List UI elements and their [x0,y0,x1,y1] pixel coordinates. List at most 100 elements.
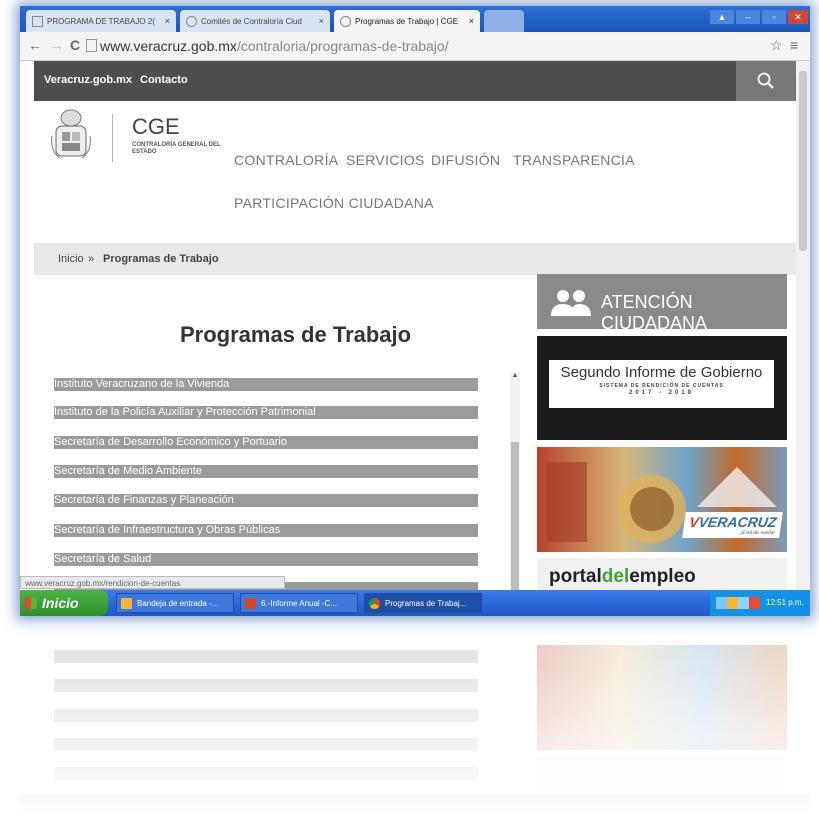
powerpoint-icon [245,598,256,609]
reflected-row [54,738,478,751]
close-icon[interactable]: × [161,16,170,26]
reflected-row [54,679,478,692]
task-label: 6.-Informe Anual -C... [261,599,338,608]
new-tab-button[interactable] [484,10,524,32]
nav-servicios[interactable]: SERVICIOS [346,152,425,168]
url-field[interactable]: www.veracruz.gob.mx/contraloria/programa… [100,38,449,54]
user-icon[interactable]: ▲ [710,10,734,24]
atencion-ciudadana-label: ATENCIÓN CIUDADANA [601,292,708,333]
header-divider [112,114,113,162]
veracruz-logo-text: VERACRUZ [697,514,778,530]
task-label: Programas de Trabaj... [385,599,467,608]
breadcrumb: Inicio » Programas de Trabajo [34,243,796,275]
nav-difusion[interactable]: DIFUSIÓN [431,152,500,168]
veracruz-promo-banner[interactable]: VVERACRUZ ¡Está de vuelta! [537,447,787,552]
windows-logo-icon [25,597,37,609]
informe-subtitle: SISTEMA DE RENDICIÓN DE CUENTAS [599,383,724,389]
system-tray: 12:51 p.m. [710,590,810,616]
page-title: Programas de Trabajo [180,322,412,347]
search-button[interactable] [736,61,796,101]
reflected-row [54,650,478,663]
state-seal-logo[interactable] [50,106,92,164]
minimize-button[interactable]: – [736,10,760,24]
forward-icon[interactable]: → [50,37,64,53]
nav-participacion[interactable]: PARTICIPACIÓN CIUDADANA [234,195,434,211]
close-icon[interactable]: × [465,16,474,26]
screen-reflection [20,620,810,820]
search-icon [757,72,774,89]
url-path: /contraloria/programas-de-trabajo/ [236,38,449,54]
start-label: Inicio [42,595,79,611]
list-item[interactable]: Secretaría de Medio Ambiente [54,465,478,478]
taskbar: Inicio Bandeja de entrada -... 6.-Inform… [20,590,810,616]
document-icon [32,15,43,27]
tab-label: Comités de Contraloría Ciud [201,16,302,26]
reload-icon[interactable]: C [70,37,80,53]
users-icon [551,290,591,316]
reflected-promo [537,645,787,750]
start-button[interactable]: Inicio [20,590,108,616]
informe-years: 2017 - 2018 [628,390,695,396]
back-icon[interactable]: ← [28,37,42,53]
reflection-content [20,620,810,820]
scroll-up-icon[interactable]: ▲ [510,372,520,379]
tab-programa-trabajo[interactable]: PROGRAMA DE TRABAJO 2( × [26,10,176,32]
breadcrumb-current: Programas de Trabajo [103,253,219,265]
outlook-icon [121,598,132,609]
chrome-icon [369,598,380,609]
address-bar: ← → C www.veracruz.gob.mx/contraloria/pr… [20,32,810,61]
list-item[interactable]: Secretaría de Salud [54,553,478,566]
task-bandeja[interactable]: Bandeja de entrada -... [116,593,234,613]
tab-label: PROGRAMA DE TRABAJO 2( [47,16,155,26]
close-icon[interactable]: × [315,16,324,26]
url-domain: www.veracruz.gob.mx [100,38,237,54]
list-scroll-thumb[interactable] [511,442,519,590]
status-bar-url: www.veracruz.gob.mx/rendicion-de-cuentas [20,576,285,589]
list-item[interactable]: Secretaría de Infraestructura y Obras Pú… [54,524,478,537]
informe-title: Segundo Informe de Gobierno [560,364,763,381]
informe-card: Segundo Informe de Gobierno SISTEMA DE R… [549,360,774,408]
task-informe[interactable]: 6.-Informe Anual -C... [240,593,358,613]
maximize-button[interactable]: ▫ [762,10,786,24]
atencion-ciudadana-banner[interactable]: ATENCIÓN CIUDADANA [537,274,787,333]
tray-icons[interactable] [716,597,760,609]
globe-icon [340,15,351,27]
breadcrumb-separator: » [88,253,95,265]
nav-contraloria[interactable]: CONTRALORÍA [234,152,338,168]
link-contacto[interactable]: Contacto [140,74,188,86]
list-item[interactable]: Instituto Veracruzano de la Vivienda [54,378,478,391]
veracruz-logo: VVERACRUZ ¡Está de vuelta! [682,512,783,538]
site-top-bar: Veracruz.gob.mx Contacto [34,61,796,101]
informe-gobierno-banner[interactable]: Segundo Informe de Gobierno SISTEMA DE R… [537,336,787,440]
org-short-name: CGE [132,114,180,139]
list-item[interactable]: Secretaría de Desarrollo Económico y Por… [54,436,478,449]
programs-list: Instituto Veracruzano de la Vivienda Ins… [54,378,478,590]
screen: PROGRAMA DE TRABAJO 2( × Comités de Cont… [20,6,810,616]
link-veracruz[interactable]: Veracruz.gob.mx [44,74,132,86]
task-label: Bandeja de entrada -... [137,599,219,608]
nav-transparencia[interactable]: TRANSPARENCIA [513,152,635,168]
scroll-thumb[interactable] [799,71,807,251]
reflected-portal [537,756,787,790]
portal-empleo-banner[interactable]: portaldelempleo [537,558,787,592]
breadcrumb-home[interactable]: Inicio [58,253,84,265]
tab-programas-cge[interactable]: Programas de Trabajo | CGE × [334,10,480,32]
browser-tab-bar: PROGRAMA DE TRABAJO 2( × Comités de Cont… [20,6,810,32]
reflected-row [54,709,478,722]
reflected-row [54,767,478,780]
list-item[interactable]: Instituto de la Policía Auxiliar y Prote… [54,406,478,419]
star-icon[interactable]: ☆ [770,37,783,54]
close-window-button[interactable]: ✕ [788,10,808,24]
portal-text: portal [549,566,602,587]
page-scrollbar[interactable] [796,61,810,591]
list-item[interactable]: Secretaría de Finanzas y Planeación [54,494,478,507]
menu-icon[interactable]: ≡ [790,37,798,53]
tab-label: Programas de Trabajo | CGE [355,16,459,26]
reflected-taskbar [20,794,810,820]
task-programas[interactable]: Programas de Trabaj... [364,593,482,613]
globe-icon [186,15,197,27]
tab-comites[interactable]: Comités de Contraloría Ciud × [180,10,330,32]
portal-empleo-logo: portaldelempleo [549,566,696,588]
list-scrollbar[interactable]: ▲ [510,372,520,590]
page-icon [86,39,97,52]
